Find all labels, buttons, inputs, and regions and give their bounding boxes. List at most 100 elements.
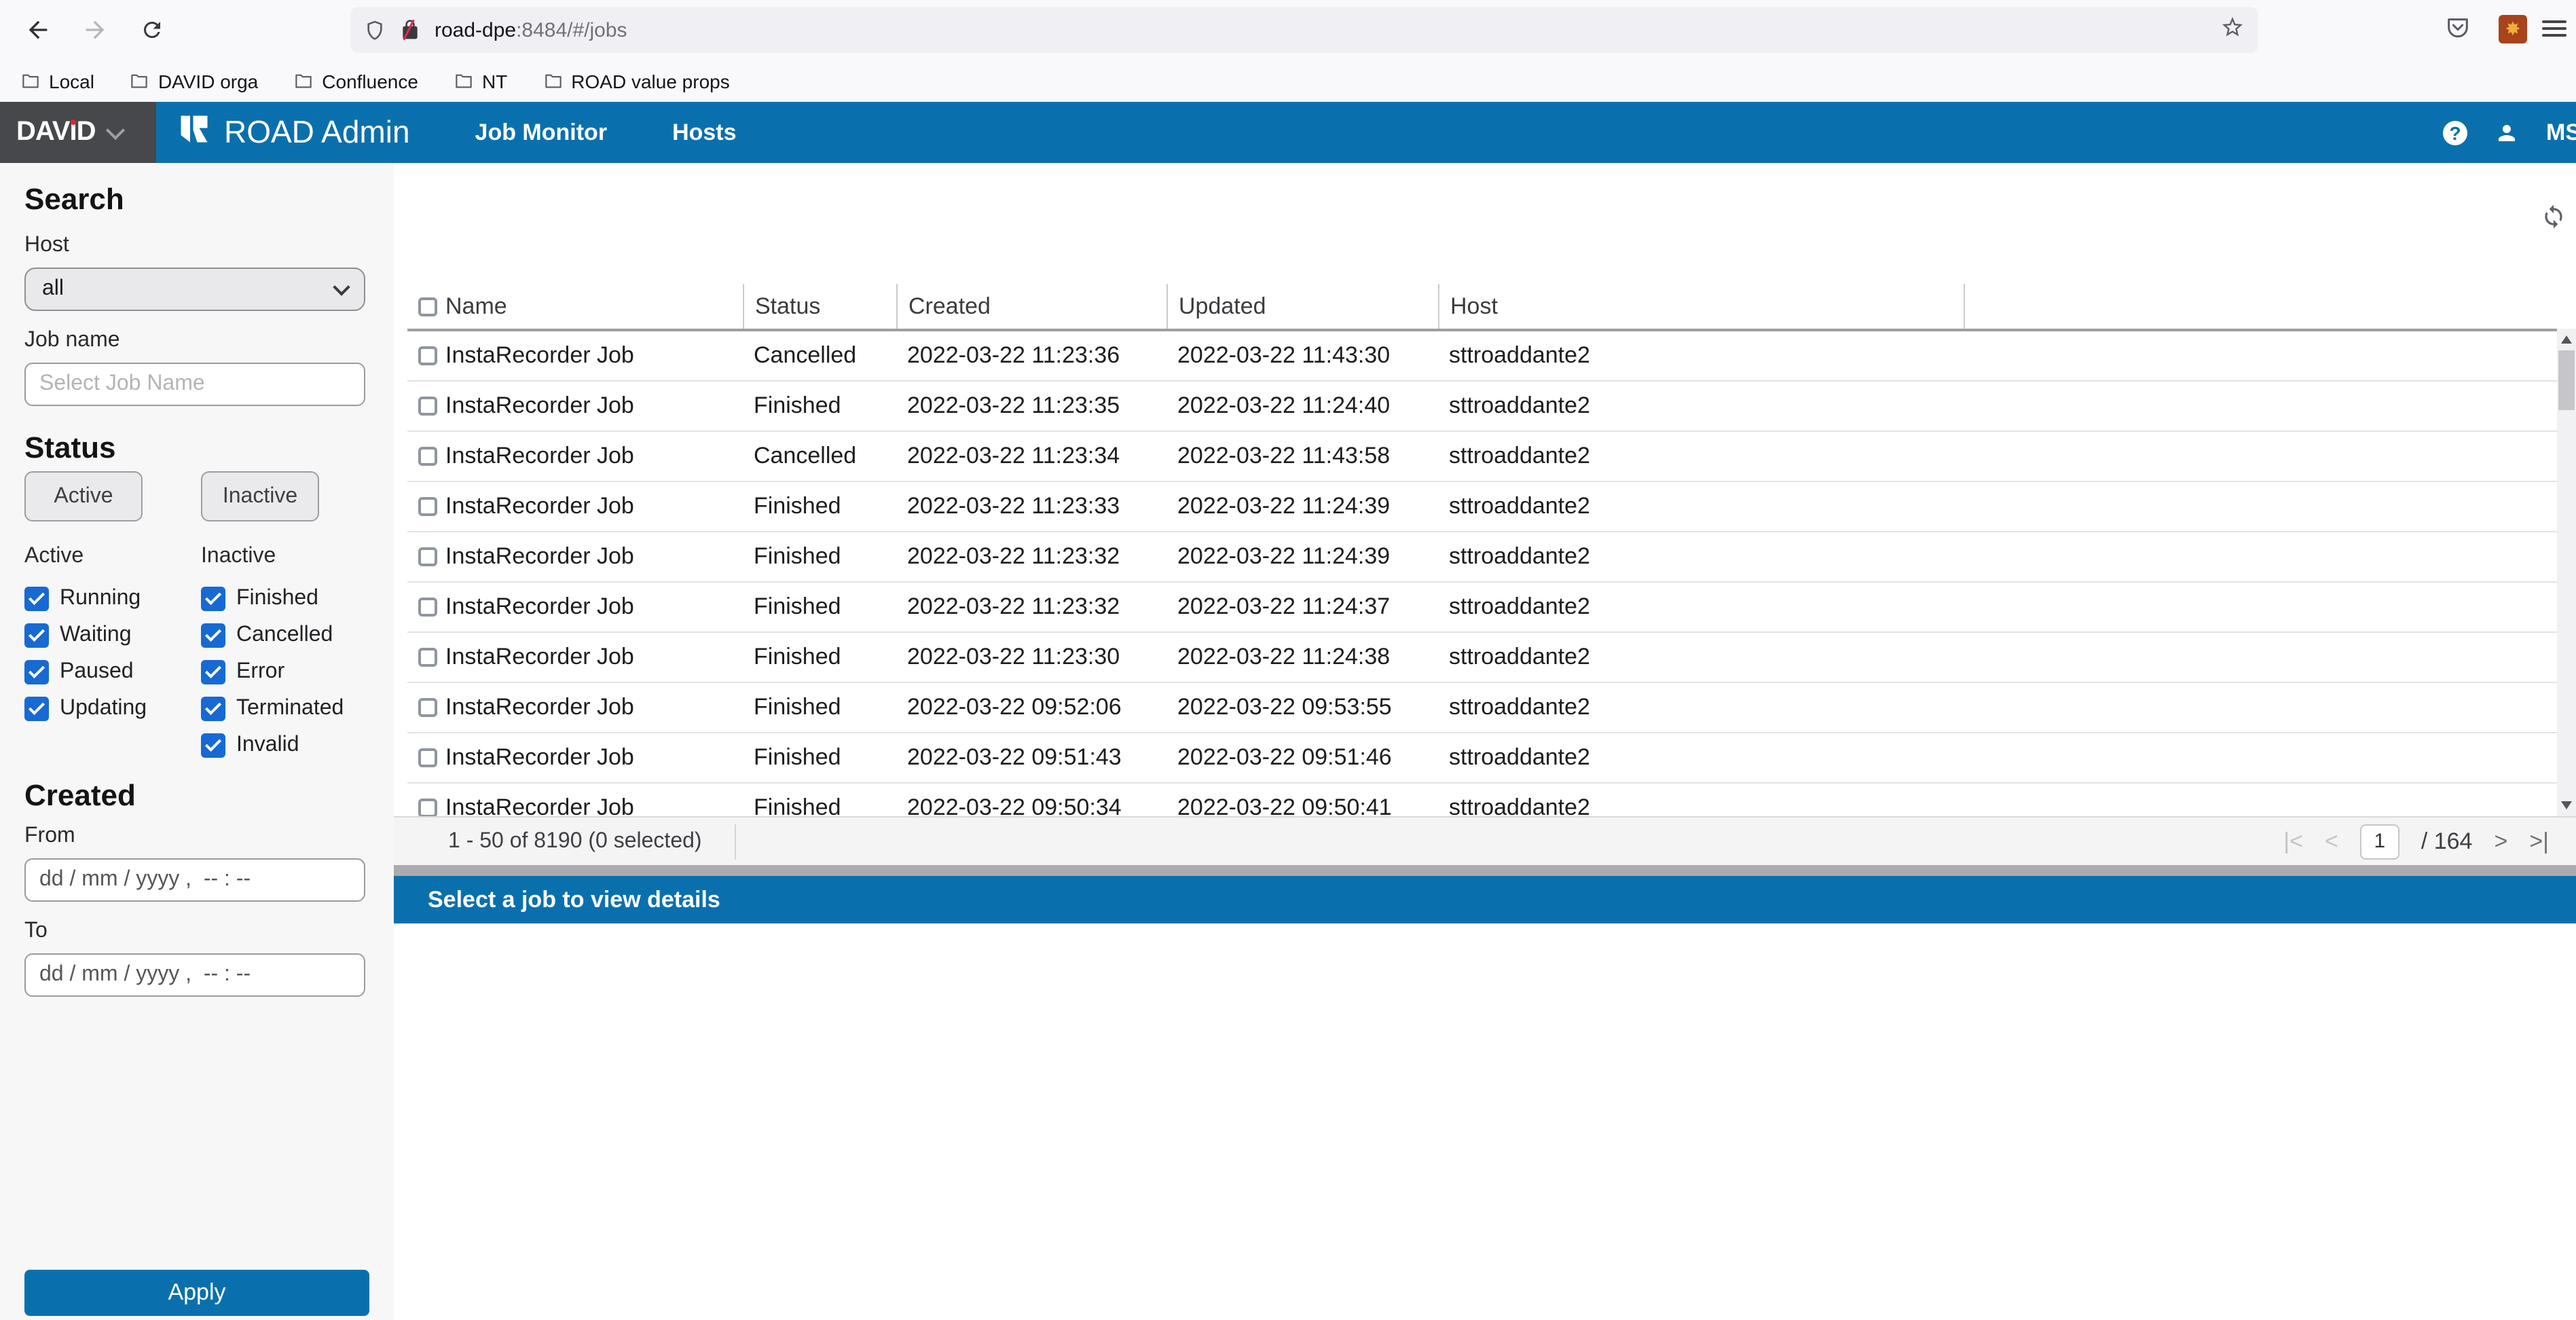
user-name[interactable]: MS <box>2546 119 2576 146</box>
cell-status: Finished <box>743 392 896 420</box>
cell-host: sttroaddante2 <box>1438 744 1964 771</box>
pocket-button[interactable] <box>2444 15 2471 49</box>
jobs-table: Name Status Created Updated Host InstaRe… <box>407 284 2557 834</box>
table-row[interactable]: InstaRecorder Job Finished 2022-03-22 09… <box>407 683 2557 733</box>
cell-name: InstaRecorder Job <box>445 744 743 771</box>
column-header-host[interactable]: Host <box>1438 284 1964 329</box>
row-checkbox[interactable] <box>418 598 437 617</box>
cell-created: 2022-03-22 11:23:35 <box>896 392 1166 420</box>
search-sidebar: Search Host all Job name Status Active I… <box>0 163 394 1320</box>
back-button[interactable] <box>22 14 54 46</box>
first-page-button[interactable]: |< <box>2283 828 2303 855</box>
page-number-input[interactable]: 1 <box>2360 824 2399 859</box>
cell-updated: 2022-03-22 11:24:39 <box>1166 543 1438 570</box>
row-checkbox[interactable] <box>418 497 437 516</box>
shield-icon[interactable] <box>364 19 386 41</box>
browser-toolbar: road-dpe:8484/#/jobs ✸ <box>0 0 2576 61</box>
table-row[interactable]: InstaRecorder Job Finished 2022-03-22 11… <box>407 633 2557 683</box>
scroll-down-icon[interactable] <box>2561 801 2572 809</box>
created-from-input[interactable] <box>24 858 365 902</box>
checkbox-cancelled[interactable] <box>201 623 225 647</box>
row-checkbox[interactable] <box>418 547 437 566</box>
checkbox-finished[interactable] <box>201 586 225 610</box>
bookmark-local[interactable]: Local <box>20 70 94 92</box>
checkbox-error[interactable] <box>201 659 225 684</box>
created-to-input[interactable] <box>24 953 365 997</box>
table-header-row: Name Status Created Updated Host <box>407 284 2557 331</box>
insecure-lock-icon[interactable] <box>399 19 421 41</box>
horizontal-scrollbar[interactable] <box>394 865 2576 876</box>
checkbox-invalid[interactable] <box>201 733 225 757</box>
david-menu[interactable]: DAVID <box>0 102 156 163</box>
pagination-controls: |< < 1 / 164 > >| <box>2283 824 2576 859</box>
checkbox-terminated[interactable] <box>201 696 225 720</box>
checkbox-label: Paused <box>60 659 134 684</box>
checkbox-label: Running <box>60 586 141 610</box>
host-label: Host <box>24 234 69 258</box>
row-checkbox[interactable] <box>418 447 437 466</box>
pagination-bar: 1 - 50 of 8190 (0 selected) |< < 1 / 164… <box>394 816 2576 865</box>
checkbox-waiting[interactable] <box>24 623 49 647</box>
scroll-up-icon[interactable] <box>2561 335 2572 344</box>
table-row[interactable]: InstaRecorder Job Finished 2022-03-22 11… <box>407 583 2557 633</box>
refresh-button[interactable] <box>2541 204 2566 236</box>
table-row[interactable]: InstaRecorder Job Finished 2022-03-22 11… <box>407 532 2557 583</box>
forward-button[interactable] <box>79 14 111 46</box>
row-checkbox[interactable] <box>418 748 437 767</box>
table-row[interactable]: InstaRecorder Job Finished 2022-03-22 11… <box>407 482 2557 532</box>
pocket-icon <box>2444 15 2471 42</box>
job-name-input[interactable] <box>24 363 365 406</box>
bookmark-david-orga[interactable]: DAVID orga <box>130 70 258 92</box>
checkbox-running[interactable] <box>24 586 49 610</box>
cell-name: InstaRecorder Job <box>445 392 743 420</box>
row-checkbox[interactable] <box>418 397 437 416</box>
next-page-button[interactable]: > <box>2494 828 2507 855</box>
cell-host: sttroaddante2 <box>1438 644 1964 671</box>
folder-icon <box>293 72 314 90</box>
cell-status: Cancelled <box>743 443 896 470</box>
menu-button[interactable] <box>2542 20 2566 37</box>
last-page-button[interactable]: >| <box>2529 828 2549 855</box>
job-monitor-main: Name Status Created Updated Host InstaRe… <box>394 163 2576 1320</box>
table-row[interactable]: InstaRecorder Job Finished 2022-03-22 09… <box>407 733 2557 784</box>
column-header-updated[interactable]: Updated <box>1166 284 1438 329</box>
cell-host: sttroaddante2 <box>1438 342 1964 369</box>
reload-icon <box>140 18 164 42</box>
inactive-button[interactable]: Inactive <box>201 471 319 521</box>
bookmark-confluence[interactable]: Confluence <box>293 70 418 92</box>
help-icon[interactable]: ? <box>2443 120 2467 145</box>
row-checkbox[interactable] <box>418 799 437 818</box>
column-header-name[interactable]: Name <box>445 293 743 320</box>
table-row[interactable]: InstaRecorder Job Cancelled 2022-03-22 1… <box>407 331 2557 382</box>
active-button[interactable]: Active <box>24 471 143 521</box>
bookmark-star-button[interactable] <box>2220 14 2245 45</box>
host-select[interactable]: all <box>24 268 365 311</box>
row-checkbox[interactable] <box>418 346 437 365</box>
url-bar[interactable]: road-dpe:8484/#/jobs <box>350 7 2258 53</box>
scrollbar-thumb[interactable] <box>2558 350 2575 410</box>
column-header-status[interactable]: Status <box>743 284 896 329</box>
cell-host: sttroaddante2 <box>1438 593 1964 621</box>
user-icon[interactable] <box>2495 120 2519 145</box>
table-row[interactable]: InstaRecorder Job Cancelled 2022-03-22 1… <box>407 432 2557 482</box>
bookmark-nt[interactable]: NT <box>454 70 507 92</box>
table-row[interactable]: InstaRecorder Job Finished 2022-03-22 11… <box>407 382 2557 432</box>
reload-button[interactable] <box>136 14 168 46</box>
nav-item-job-monitor[interactable]: Job Monitor <box>475 119 608 146</box>
bookmark-road-value-props[interactable]: ROAD value props <box>542 70 729 92</box>
row-checkbox[interactable] <box>418 648 437 667</box>
column-header-created[interactable]: Created <box>896 284 1166 329</box>
table-body: InstaRecorder Job Cancelled 2022-03-22 1… <box>407 331 2557 834</box>
row-checkbox[interactable] <box>418 698 437 717</box>
select-all-checkbox[interactable] <box>418 297 437 316</box>
extension-icon[interactable]: ✸ <box>2499 15 2527 43</box>
checkbox-updating[interactable] <box>24 696 49 720</box>
cell-updated: 2022-03-22 09:51:46 <box>1166 744 1438 771</box>
apply-button[interactable]: Apply <box>24 1270 369 1316</box>
nav-item-hosts[interactable]: Hosts <box>672 119 736 146</box>
nav-items: Job Monitor Hosts <box>475 119 737 146</box>
vertical-scrollbar[interactable] <box>2557 329 2576 816</box>
prev-page-button[interactable]: < <box>2325 828 2338 855</box>
cell-status: Finished <box>743 543 896 570</box>
checkbox-paused[interactable] <box>24 659 49 684</box>
